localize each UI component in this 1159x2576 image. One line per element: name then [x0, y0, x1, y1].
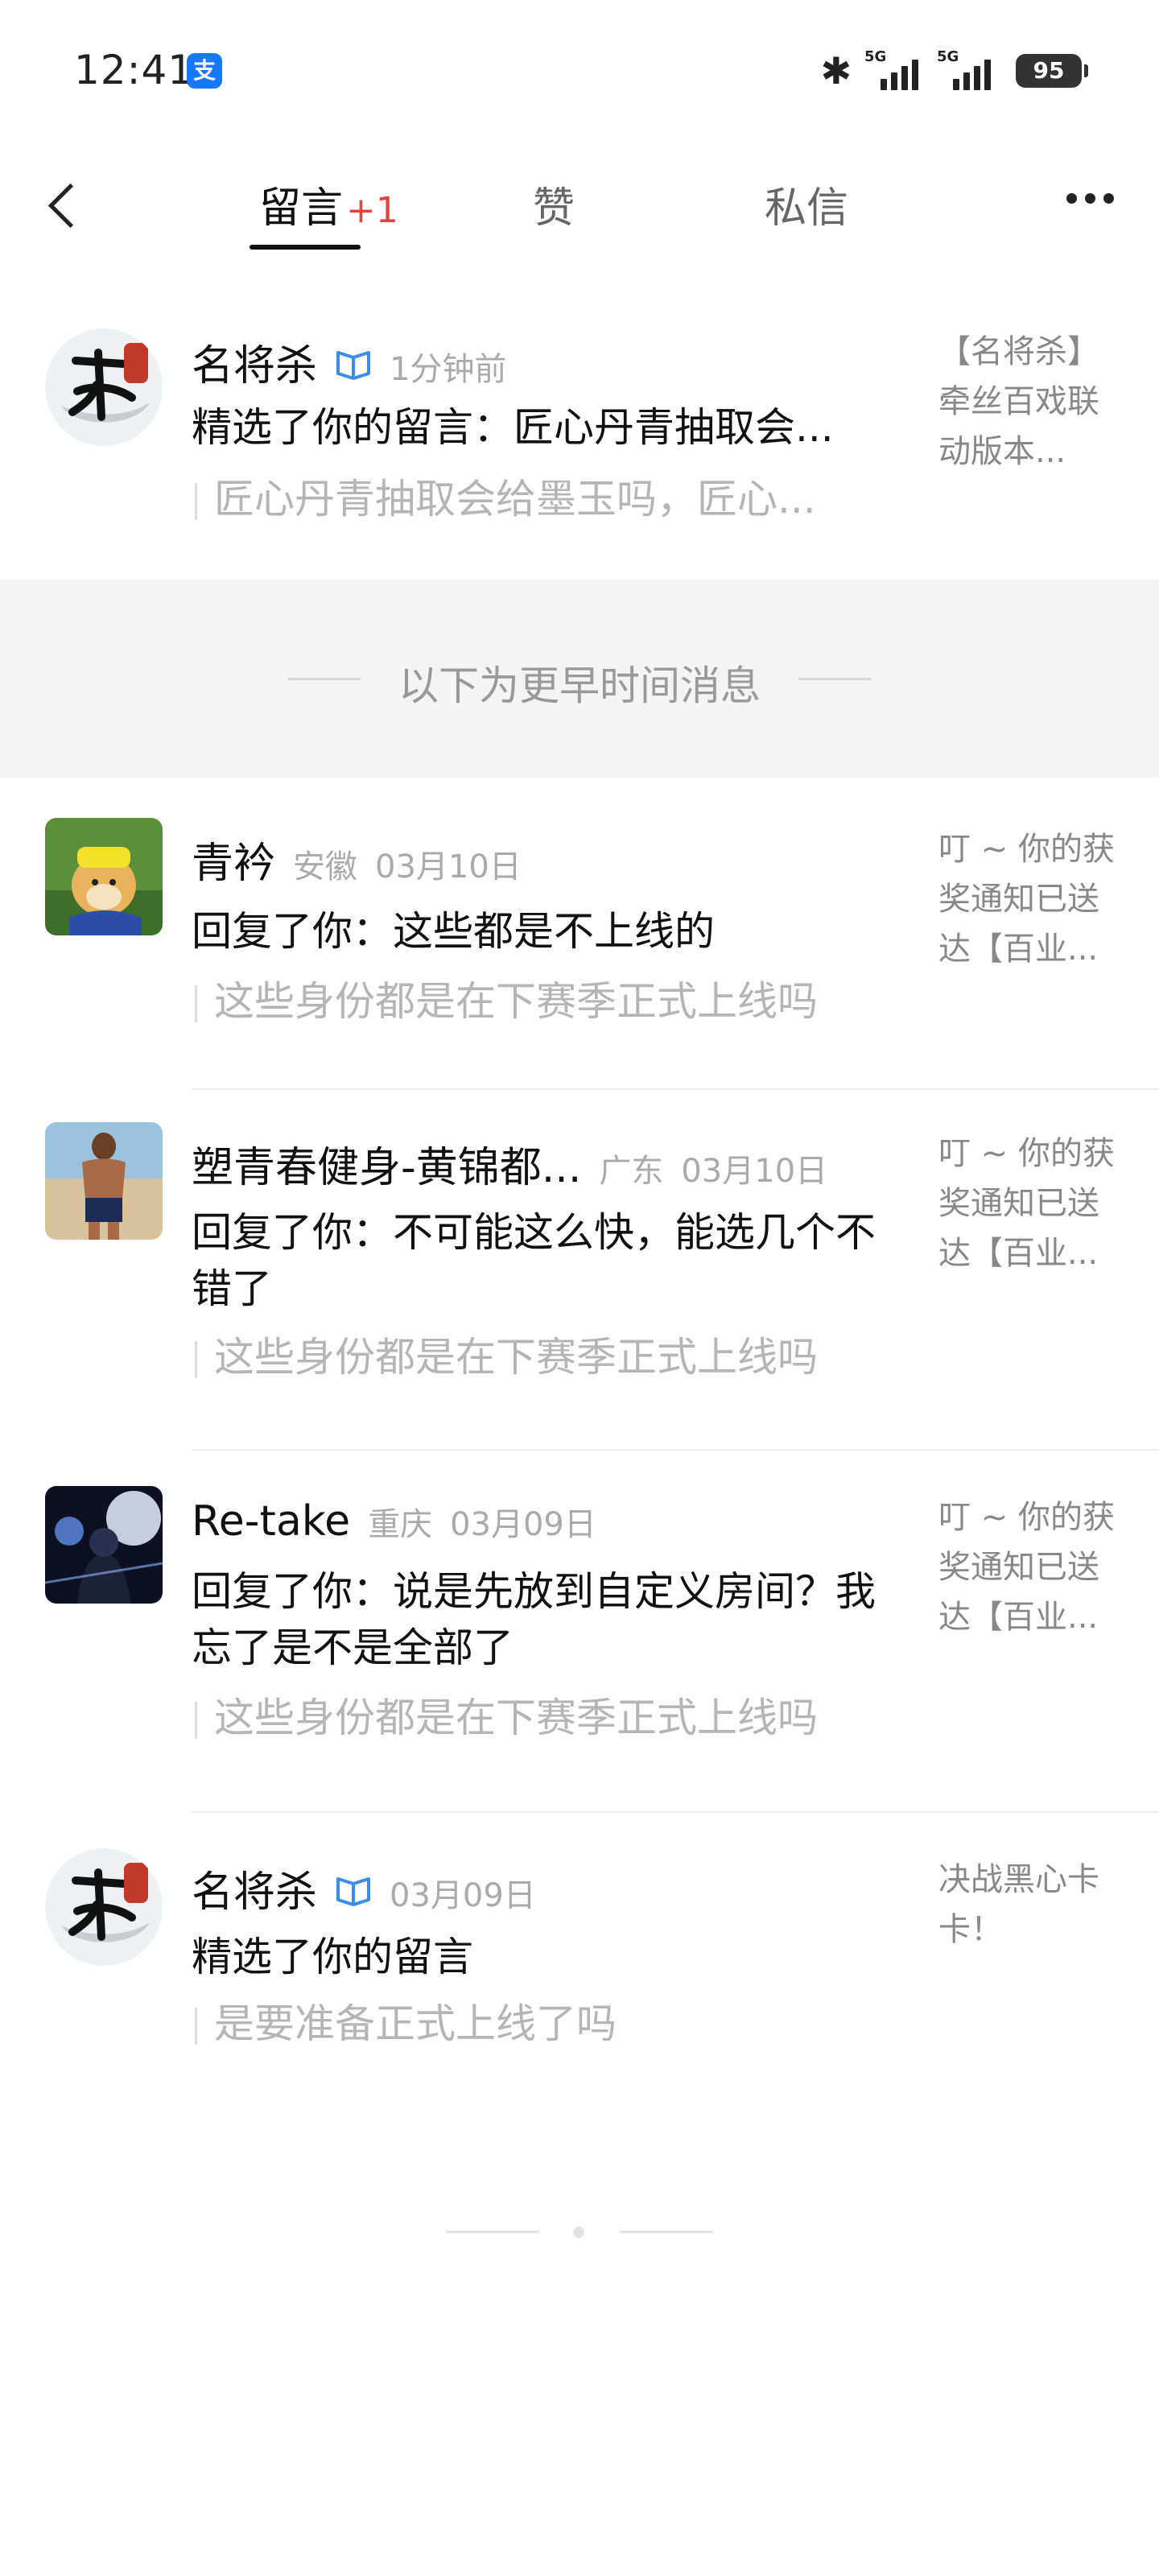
- user-name[interactable]: 青衿: [192, 829, 275, 890]
- user-location: 广东: [599, 1153, 664, 1190]
- user-name[interactable]: 塑青春健身-黄锦都...: [192, 1133, 581, 1194]
- user-location: 重庆: [368, 1506, 433, 1543]
- avatar[interactable]: [45, 1848, 163, 1966]
- name-row: Re-take 重庆 03月09日: [192, 1497, 596, 1546]
- alipay-icon: 支: [187, 53, 222, 89]
- name-row: 名将杀 03月09日: [192, 1858, 536, 1918]
- message-item[interactable]: 名将杀 03月09日 精选了你的留言 是要准备正式上线了吗 决战黑心卡卡！: [0, 1848, 1159, 2090]
- quoted-comment: 是要准备正式上线了吗: [192, 1998, 884, 2050]
- post-preview[interactable]: 【名将杀】牵丝百戏联动版本...: [938, 327, 1124, 477]
- message-action: 回复了你：这些都是不上线的: [192, 908, 715, 955]
- battery-icon: 95: [1016, 54, 1088, 88]
- divider-text: 以下为更早时间消息: [398, 663, 761, 709]
- quoted-comment: 这些身份都是在下赛季正式上线吗: [192, 1331, 884, 1383]
- active-tab-indicator: [250, 245, 361, 250]
- post-preview[interactable]: 叮 ~ 你的获奖通知已送达【百业...: [938, 1492, 1124, 1642]
- message-time: 03月10日: [375, 848, 522, 886]
- user-name[interactable]: 名将杀: [192, 1858, 317, 1918]
- message-action: 回复了你：说是先放到自定义房间？我忘了是不是全部了: [192, 1568, 876, 1671]
- tab-comments[interactable]: 留言+1: [259, 174, 398, 234]
- message-action: 精选了你的留言：匠心丹青抽取会...: [192, 404, 834, 451]
- user-location: 安徽: [293, 848, 358, 886]
- message-time: 1分钟前: [390, 351, 507, 388]
- tab-label: 留言: [259, 184, 344, 233]
- status-bar: 12:41 支 ✱ 5G 5G 95: [0, 0, 1159, 145]
- more-icon[interactable]: [1066, 193, 1114, 204]
- back-arrow-icon[interactable]: [40, 174, 89, 238]
- avatar[interactable]: [45, 1486, 163, 1604]
- post-preview[interactable]: 决战黑心卡卡！: [938, 1855, 1099, 1955]
- name-row: 塑青春健身-黄锦都... 广东 03月10日: [192, 1133, 827, 1194]
- quoted-comment: 匠心丹青抽取会给墨玉吗，匠心...: [192, 473, 884, 525]
- avatar[interactable]: [45, 818, 163, 935]
- quoted-comment: 这些身份都是在下赛季正式上线吗: [192, 976, 884, 1027]
- item-separator: [192, 1088, 1159, 1090]
- user-name[interactable]: 名将杀: [192, 332, 317, 392]
- item-separator: [192, 1449, 1159, 1451]
- name-row: 名将杀 1分钟前: [192, 332, 506, 392]
- notifications-page: 12:41 支 ✱ 5G 5G 95 留言+1 赞 私信 名将杀 1分钟前 精选…: [0, 0, 1159, 2576]
- user-name[interactable]: Re-take: [192, 1497, 350, 1546]
- name-row: 青衿 安徽 03月10日: [192, 829, 522, 890]
- verified-icon: [336, 351, 371, 380]
- message-action: 精选了你的留言: [192, 1934, 473, 1980]
- post-preview[interactable]: 叮 ~ 你的获奖通知已送达【百业...: [938, 1129, 1124, 1278]
- message-action: 回复了你：不可能这么快，能选几个不错了: [192, 1209, 876, 1312]
- signal-5g-icon: 5G: [937, 48, 1001, 93]
- earlier-messages-divider: 以下为更早时间消息: [0, 580, 1159, 778]
- tab-likes[interactable]: 赞: [533, 174, 575, 234]
- tab-label: 赞: [533, 184, 575, 233]
- message-item[interactable]: 塑青春健身-黄锦都... 广东 03月10日 回复了你：不可能这么快，能选几个不…: [0, 1122, 1159, 1451]
- avatar[interactable]: [45, 328, 163, 446]
- tab-label: 私信: [765, 184, 849, 233]
- message-item[interactable]: 名将杀 1分钟前 精选了你的留言：匠心丹青抽取会... 匠心丹青抽取会给墨玉吗，…: [0, 320, 1159, 578]
- tab-messages[interactable]: 私信: [765, 174, 848, 234]
- tab-badge: +1: [346, 190, 398, 231]
- signal-5g-icon: 5G: [864, 48, 929, 93]
- status-right-icons: ✱ 5G 5G 95: [820, 48, 1088, 93]
- top-nav: 留言+1 赞 私信: [0, 145, 1159, 258]
- bluetooth-icon: ✱: [820, 49, 852, 93]
- message-item[interactable]: 青衿 安徽 03月10日 回复了你：这些都是不上线的 这些身份都是在下赛季正式上…: [0, 818, 1159, 1090]
- status-time: 12:41: [74, 47, 195, 93]
- post-preview[interactable]: 叮 ~ 你的获奖通知已送达【百业...: [938, 824, 1124, 974]
- avatar[interactable]: [45, 1122, 163, 1240]
- quoted-comment: 这些身份都是在下赛季正式上线吗: [192, 1692, 884, 1744]
- message-time: 03月09日: [450, 1506, 596, 1543]
- message-item[interactable]: Re-take 重庆 03月09日 回复了你：说是先放到自定义房间？我忘了是不是…: [0, 1486, 1159, 1813]
- item-separator: [192, 1811, 1159, 1813]
- message-time: 03月10日: [681, 1153, 828, 1190]
- message-time: 03月09日: [390, 1877, 536, 1914]
- verified-icon: [336, 1877, 371, 1906]
- end-of-list-indicator: [0, 2223, 1159, 2240]
